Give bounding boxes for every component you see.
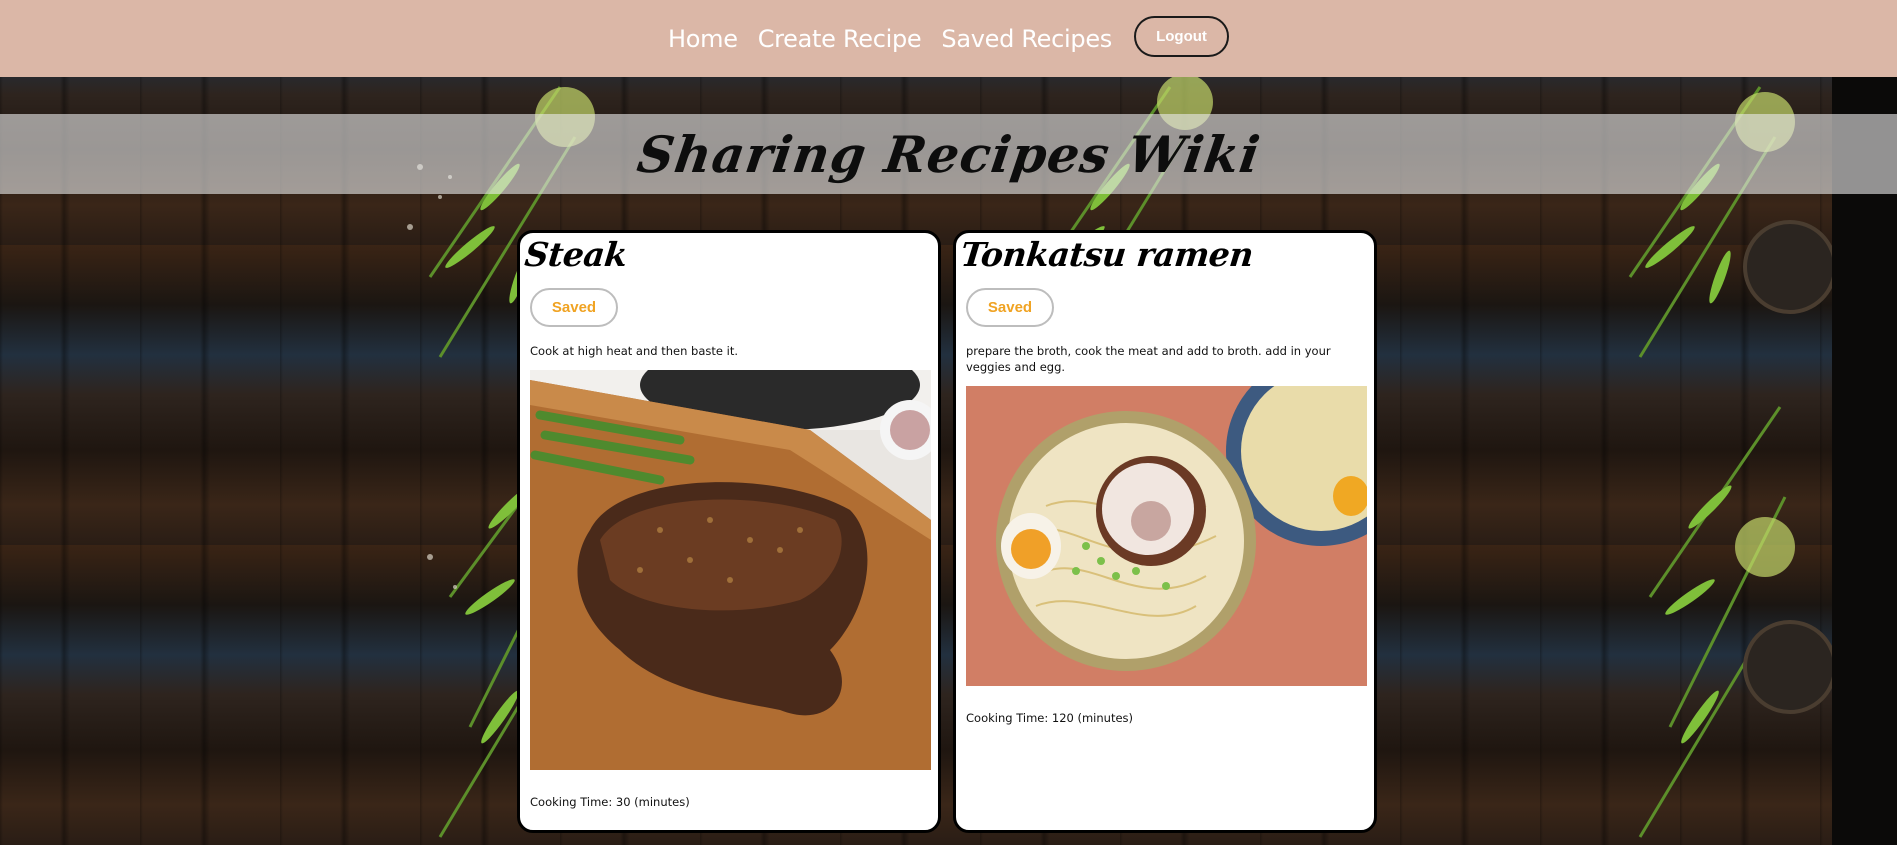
recipe-title: Steak [522,235,629,274]
recipe-image-steak [530,370,931,770]
recipe-card: Steak Saved Cook at high heat and then b… [517,230,941,833]
recipe-instructions: prepare the broth, cook the meat and add… [966,344,1331,374]
nav-create-recipe-link[interactable]: Create Recipe [758,25,922,53]
saved-button[interactable]: Saved [530,288,618,327]
cooking-time: Cooking Time: 120 (minutes) [966,711,1134,725]
nav-home-link[interactable]: Home [668,25,738,53]
title-banner: Sharing Recipes Wiki [0,114,1897,194]
saved-button[interactable]: Saved [966,288,1054,327]
recipe-image-ramen [966,386,1367,686]
nav-saved-recipes-link[interactable]: Saved Recipes [941,25,1112,53]
logout-button[interactable]: Logout [1134,16,1229,57]
cooking-time: Cooking Time: 30 (minutes) [530,795,690,809]
recipe-card: Tonkatsu ramen Saved prepare the broth, … [953,230,1377,833]
navbar: Home Create Recipe Saved Recipes Logout [0,0,1897,77]
page-title: Sharing Recipes Wiki [633,124,1264,184]
recipe-instructions: Cook at high heat and then baste it. [530,344,738,358]
recipe-title: Tonkatsu ramen [958,235,1256,274]
